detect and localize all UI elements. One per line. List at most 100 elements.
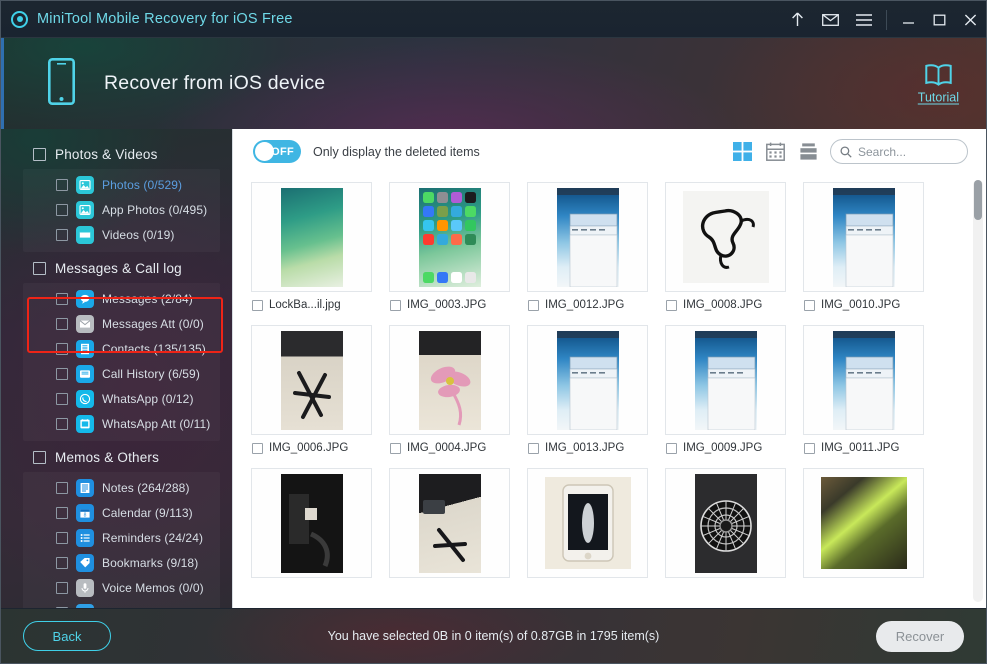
gallery-item[interactable] <box>251 468 389 578</box>
item-checkbox[interactable] <box>56 368 68 380</box>
sidebar-group-header[interactable]: Messages & Call log <box>1 255 232 283</box>
thumbnail-image[interactable] <box>251 182 372 292</box>
gallery-item[interactable]: IMG_0003.JPG <box>389 182 527 311</box>
thumbnail-image[interactable] <box>665 468 786 578</box>
item-checkbox[interactable] <box>56 293 68 305</box>
minimize-button[interactable] <box>893 1 924 38</box>
group-checkbox[interactable] <box>33 148 46 161</box>
gallery-item[interactable]: IMG_0006.JPG <box>251 325 389 454</box>
thumbnail-image[interactable] <box>527 325 648 435</box>
upgrade-arrow-button[interactable] <box>781 1 814 38</box>
item-checkbox[interactable] <box>56 318 68 330</box>
item-checkbox[interactable] <box>56 204 68 216</box>
sidebar-item-contacts[interactable]: Contacts (135/135) <box>23 336 220 361</box>
thumbnail-image[interactable] <box>389 325 510 435</box>
item-checkbox[interactable] <box>666 300 677 311</box>
sidebar-item-notes[interactable]: Notes (264/288) <box>23 475 220 500</box>
gallery-item[interactable]: IMG_0012.JPG <box>527 182 665 311</box>
sidebar-item-bookmarks[interactable]: Bookmarks (9/18) <box>23 550 220 575</box>
sidebar-item-app-photos[interactable]: App Photos (0/495) <box>23 197 220 222</box>
thumbnail-image[interactable] <box>527 468 648 578</box>
gallery-item[interactable] <box>665 468 803 578</box>
sidebar-item-label: Notes (264/288) <box>102 481 190 495</box>
thumbnail-image[interactable] <box>251 468 372 578</box>
item-checkbox[interactable] <box>56 482 68 494</box>
stack-list-icon <box>799 142 818 161</box>
sidebar-item-whatsapp[interactable]: WhatsApp (0/12) <box>23 386 220 411</box>
gallery-item[interactable] <box>803 468 941 578</box>
sidebar-item-list: Photos (0/529)App Photos (0/495)Videos (… <box>23 169 220 252</box>
menu-button[interactable] <box>847 1 880 38</box>
gallery-item[interactable]: IMG_0008.JPG <box>665 182 803 311</box>
sidebar-group-header[interactable]: Photos & Videos <box>1 141 232 169</box>
sidebar-item-photos[interactable]: Photos (0/529) <box>23 172 220 197</box>
gallery-item[interactable]: IMG_0004.JPG <box>389 325 527 454</box>
sidebar-item-calendar[interactable]: 8Calendar (9/113) <box>23 500 220 525</box>
sidebar-group-list: Photos & VideosPhotos (0/529)App Photos … <box>1 141 232 608</box>
mail-button[interactable] <box>814 1 847 38</box>
item-checkbox[interactable] <box>804 300 815 311</box>
item-checkbox[interactable] <box>804 443 815 454</box>
back-button[interactable]: Back <box>23 621 111 651</box>
sidebar-item-videos[interactable]: Videos (0/19) <box>23 222 220 247</box>
vertical-scrollbar[interactable] <box>973 180 983 602</box>
sidebar-item-messages[interactable]: Messages (2/84) <box>23 286 220 311</box>
thumbnail-image[interactable] <box>527 182 648 292</box>
gallery-item[interactable]: IMG_0010.JPG <box>803 182 941 311</box>
gallery-item-caption: IMG_0010.JPG <box>803 299 941 311</box>
thumbnail-image[interactable] <box>665 182 786 292</box>
thumbnail-image[interactable] <box>389 468 510 578</box>
item-checkbox[interactable] <box>56 582 68 594</box>
thumbnail-image[interactable] <box>389 182 510 292</box>
group-checkbox[interactable] <box>33 451 46 464</box>
sidebar-group-header[interactable]: Memos & Others <box>1 444 232 472</box>
item-checkbox[interactable] <box>528 300 539 311</box>
gallery-item[interactable]: IMG_0011.JPG <box>803 325 941 454</box>
sidebar-item-reminders[interactable]: Reminders (24/24) <box>23 525 220 550</box>
item-checkbox[interactable] <box>390 443 401 454</box>
gallery-item[interactable]: IMG_0013.JPG <box>527 325 665 454</box>
item-checkbox[interactable] <box>528 443 539 454</box>
item-checkbox[interactable] <box>252 443 263 454</box>
gallery-item-caption: IMG_0009.JPG <box>665 442 803 454</box>
thumbnail-image[interactable] <box>803 325 924 435</box>
item-checkbox[interactable] <box>56 229 68 241</box>
sidebar-item-whatsapp-att[interactable]: WhatsApp Att (0/11) <box>23 411 220 436</box>
list-view-button[interactable] <box>797 141 819 163</box>
item-checkbox[interactable] <box>56 393 68 405</box>
sidebar-item-messages-att[interactable]: Messages Att (0/0) <box>23 311 220 336</box>
item-checkbox[interactable] <box>56 557 68 569</box>
thumbnail-image[interactable] <box>251 325 372 435</box>
item-checkbox[interactable] <box>666 443 677 454</box>
gallery-item[interactable] <box>389 468 527 578</box>
tutorial-link[interactable]: Tutorial <box>918 63 959 104</box>
search-box[interactable]: Search... <box>830 139 968 164</box>
scrollbar-thumb[interactable] <box>974 180 982 220</box>
svg-text:8: 8 <box>84 512 87 518</box>
recover-button[interactable]: Recover <box>876 621 964 652</box>
sidebar-item-app-document[interactable]: App Document (0/8) <box>23 600 220 608</box>
calendar-view-button[interactable] <box>764 141 786 163</box>
gallery-item[interactable]: IMG_0009.JPG <box>665 325 803 454</box>
grid-view-button[interactable] <box>731 141 753 163</box>
sidebar-item-call-history[interactable]: Call History (6/59) <box>23 361 220 386</box>
item-checkbox[interactable] <box>252 300 263 311</box>
item-checkbox[interactable] <box>56 343 68 355</box>
item-checkbox[interactable] <box>56 418 68 430</box>
maximize-icon <box>933 14 946 26</box>
item-checkbox[interactable] <box>56 532 68 544</box>
close-button[interactable] <box>955 1 986 38</box>
gallery-item[interactable]: LockBa...il.jpg <box>251 182 389 311</box>
deleted-items-toggle[interactable]: OFF <box>253 140 301 163</box>
sidebar-item-voice-memos[interactable]: Voice Memos (0/0) <box>23 575 220 600</box>
item-checkbox[interactable] <box>56 179 68 191</box>
group-checkbox[interactable] <box>33 262 46 275</box>
thumbnail-image[interactable] <box>665 325 786 435</box>
gallery-item[interactable] <box>527 468 665 578</box>
search-input[interactable]: Search... <box>858 145 906 159</box>
item-checkbox[interactable] <box>390 300 401 311</box>
maximize-button[interactable] <box>924 1 955 38</box>
thumbnail-image[interactable] <box>803 468 924 578</box>
item-checkbox[interactable] <box>56 507 68 519</box>
thumbnail-image[interactable] <box>803 182 924 292</box>
